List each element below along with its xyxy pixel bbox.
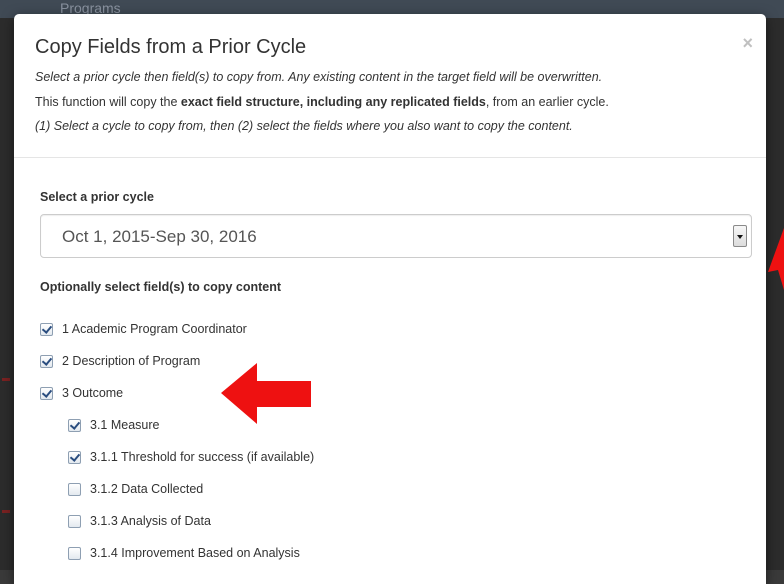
field-option-label: 3.1.4 Improvement Based on Analysis <box>90 546 300 560</box>
instruction-text: , from an earlier cycle. <box>485 95 609 109</box>
field-option[interactable]: 3.1.2 Data Collected <box>68 480 203 498</box>
field-option[interactable]: 3.1.3 Analysis of Data <box>68 512 211 530</box>
instruction-line-2: This function will copy the exact field … <box>35 95 609 109</box>
prior-cycle-select[interactable]: Oct 1, 2015-Sep 30, 2016 <box>40 214 752 258</box>
modal-title: Copy Fields from a Prior Cycle <box>35 36 307 58</box>
field-option[interactable]: 2 Description of Program <box>40 352 200 370</box>
fields-section-label: Optionally select field(s) to copy conte… <box>40 280 282 294</box>
field-option[interactable]: 3.1.1 Threshold for success (if availabl… <box>68 448 314 466</box>
checkbox-checked[interactable] <box>40 322 53 336</box>
field-option-label: 3.1.2 Data Collected <box>90 482 204 496</box>
checkbox-unchecked[interactable] <box>68 482 81 496</box>
instruction-emphasis: exact field structure, including any rep… <box>180 95 486 109</box>
cycle-select-label: Select a prior cycle <box>40 190 154 204</box>
checkbox-checked[interactable] <box>40 386 53 400</box>
field-option-label: 1 Academic Program Coordinator <box>62 322 247 336</box>
dropdown-arrow-icon[interactable] <box>733 225 747 247</box>
checkbox-checked[interactable] <box>68 450 81 464</box>
field-option[interactable]: 3.1.4 Improvement Based on Analysis <box>68 544 300 562</box>
field-option[interactable]: 1 Academic Program Coordinator <box>40 320 247 338</box>
checkbox-unchecked[interactable] <box>68 514 81 528</box>
copy-fields-modal: Copy Fields from a Prior Cycle × Select … <box>14 14 766 584</box>
field-option-label: 3.1.1 Threshold for success (if availabl… <box>90 450 315 464</box>
field-option-label: 3 Outcome <box>62 386 124 400</box>
field-option-label: 3.1 Measure <box>90 418 160 432</box>
field-option-label: 3.1.3 Analysis of Data <box>90 514 211 528</box>
prior-cycle-selected-value: Oct 1, 2015-Sep 30, 2016 <box>62 227 257 246</box>
checkbox-checked[interactable] <box>40 354 53 368</box>
instruction-line-3: (1) Select a cycle to copy from, then (2… <box>35 119 573 133</box>
field-option[interactable]: 3.1 Measure <box>68 416 159 434</box>
field-option-label: 2 Description of Program <box>62 354 201 368</box>
instruction-text: This function will copy the <box>35 95 181 109</box>
modal-header: Copy Fields from a Prior Cycle × Select … <box>14 14 766 158</box>
checkbox-unchecked[interactable] <box>68 546 81 560</box>
close-button[interactable]: × <box>742 34 753 52</box>
field-option[interactable]: 3 Outcome <box>40 384 123 402</box>
checkbox-checked[interactable] <box>68 418 81 432</box>
background-marker <box>2 378 10 381</box>
instruction-line-1: Select a prior cycle then field(s) to co… <box>35 70 603 84</box>
background-marker <box>2 510 10 513</box>
